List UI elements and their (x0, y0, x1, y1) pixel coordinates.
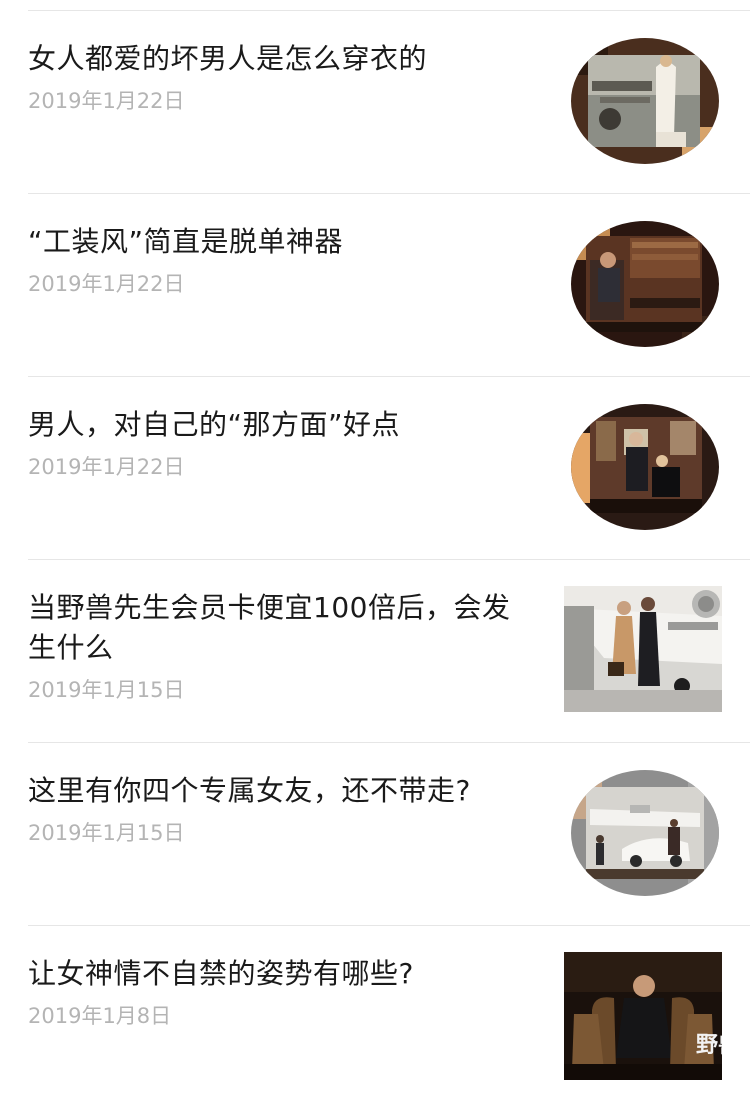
article-thumbnail[interactable] (570, 403, 720, 531)
article-thumbnail[interactable] (570, 220, 720, 348)
man-in-armchair-photo-icon: 野兽 (564, 952, 722, 1080)
article-title[interactable]: 这里有你四个专属女友，还不带走? (28, 771, 533, 811)
watermark-text: 野兽 (696, 1032, 722, 1058)
couple-in-room-photo-icon (570, 403, 720, 531)
article-list: 女人都爱的坏男人是怎么穿衣的 2019年1月22日 “工装风”简直是脱单神器 2… (0, 11, 750, 1108)
article-text: 让女神情不自禁的姿势有哪些? 2019年1月8日 (28, 954, 533, 1030)
article-title[interactable]: 让女神情不自禁的姿势有哪些? (28, 954, 533, 994)
article-item[interactable]: 男人，对自己的“那方面”好点 2019年1月22日 (28, 377, 750, 560)
article-date: 2019年1月8日 (28, 1004, 172, 1028)
article-item[interactable]: 当野兽先生会员卡便宜100倍后，会发生什么 2019年1月15日 (28, 560, 750, 743)
article-date: 2019年1月22日 (28, 89, 185, 113)
article-thumbnail[interactable] (564, 586, 722, 712)
article-date: 2019年1月15日 (28, 821, 185, 845)
article-title[interactable]: 男人，对自己的“那方面”好点 (28, 405, 533, 445)
article-date: 2019年1月22日 (28, 455, 185, 479)
article-text: 男人，对自己的“那方面”好点 2019年1月22日 (28, 405, 533, 481)
article-text: 女人都爱的坏男人是怎么穿衣的 2019年1月22日 (28, 39, 533, 115)
article-date: 2019年1月15日 (28, 678, 185, 702)
man-in-library-photo-icon (570, 220, 720, 348)
fashion-airplane-photo-icon (570, 37, 720, 165)
article-thumbnail[interactable] (570, 37, 720, 165)
article-text: 当野兽先生会员卡便宜100倍后，会发生什么 2019年1月15日 (28, 588, 533, 704)
article-title[interactable]: 当野兽先生会员卡便宜100倍后，会发生什么 (28, 588, 533, 668)
couple-private-jet-photo-icon (564, 586, 722, 712)
article-item[interactable]: “工装风”简直是脱单神器 2019年1月22日 (28, 194, 750, 377)
sports-car-jet-photo-icon (570, 769, 720, 897)
article-text: “工装风”简直是脱单神器 2019年1月22日 (28, 222, 533, 298)
article-text: 这里有你四个专属女友，还不带走? 2019年1月15日 (28, 771, 533, 847)
article-thumbnail[interactable]: 野兽 (564, 952, 722, 1080)
article-title[interactable]: 女人都爱的坏男人是怎么穿衣的 (28, 39, 533, 79)
article-item[interactable]: 让女神情不自禁的姿势有哪些? 2019年1月8日 野兽 (28, 926, 750, 1108)
article-title[interactable]: “工装风”简直是脱单神器 (28, 222, 533, 262)
article-item[interactable]: 女人都爱的坏男人是怎么穿衣的 2019年1月22日 (28, 11, 750, 194)
article-date: 2019年1月22日 (28, 272, 185, 296)
article-item[interactable]: 这里有你四个专属女友，还不带走? 2019年1月15日 (28, 743, 750, 926)
article-thumbnail[interactable] (570, 769, 720, 897)
